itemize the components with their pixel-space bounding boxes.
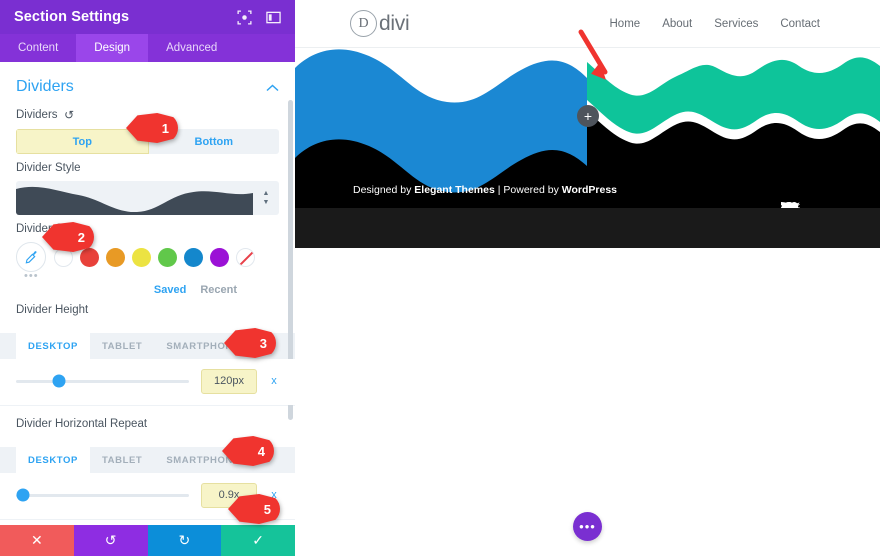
- cancel-button[interactable]: ✕: [0, 525, 74, 556]
- saved-colors-tab[interactable]: Saved: [154, 284, 186, 296]
- section-title: Dividers: [16, 78, 74, 95]
- callout-2: 2: [42, 222, 94, 252]
- nav-item-about[interactable]: About: [662, 18, 692, 30]
- breakpoint-desktop[interactable]: DESKTOP: [16, 333, 90, 359]
- panel-title: Section Settings: [14, 9, 130, 25]
- divider-height-slider[interactable]: [16, 374, 189, 388]
- callout-5: 5: [228, 494, 280, 524]
- section-settings-panel: Section Settings Content Design Advanced…: [0, 0, 295, 556]
- divider-height-slider-row: 120px x: [0, 359, 295, 405]
- undo-button[interactable]: ↺: [73, 525, 148, 556]
- page-settings-fab[interactable]: •••: [573, 512, 602, 541]
- panel-header: Section Settings: [0, 0, 295, 34]
- add-section-button[interactable]: +: [577, 105, 599, 127]
- callout-4: 4: [222, 436, 274, 466]
- breakpoint-tablet-repeat[interactable]: TABLET: [90, 447, 154, 473]
- site-nav: Home About Services Contact: [610, 18, 821, 30]
- chevron-up-icon[interactable]: [266, 81, 279, 94]
- focus-target-icon[interactable]: [237, 9, 252, 25]
- green-divider-wave: [587, 57, 880, 134]
- select-stepper-icon[interactable]: ▲ ▼: [253, 190, 279, 206]
- swatch-blue[interactable]: [184, 247, 203, 267]
- credit-brand2: WordPress: [561, 184, 618, 196]
- reset-arrow-icon[interactable]: ↻: [64, 108, 74, 122]
- nav-item-contact[interactable]: Contact: [780, 18, 820, 30]
- annotation-arrow-icon: [578, 29, 608, 80]
- credit-prefix: Designed by: [353, 184, 415, 196]
- lower-dark-bar: [295, 208, 880, 248]
- breakpoint-desktop-repeat[interactable]: DESKTOP: [16, 447, 90, 473]
- wave-style-preview-icon: [16, 186, 253, 215]
- callout-1: 1: [126, 113, 178, 143]
- divider-repeat-slider[interactable]: [16, 488, 189, 502]
- recent-colors-tab[interactable]: Recent: [200, 284, 237, 296]
- credit-mid: Powered by: [503, 184, 562, 196]
- swatch-purple[interactable]: [210, 247, 229, 267]
- tab-advanced[interactable]: Advanced: [148, 34, 235, 62]
- divider-height-clear-icon[interactable]: x: [269, 375, 279, 387]
- dividers-section-header[interactable]: Dividers: [0, 62, 295, 100]
- site-logo-text: divi: [379, 11, 410, 35]
- swatch-yellow[interactable]: [132, 247, 151, 267]
- more-colors-icon[interactable]: •••: [16, 270, 279, 282]
- divi-logo-icon: D: [350, 10, 377, 37]
- field-divider-style: Divider Style ▲ ▼: [0, 154, 295, 215]
- panel-header-icons: [237, 9, 281, 25]
- field-divider-style-label: Divider Style: [16, 162, 81, 174]
- credit-brand: Elegant Themes: [414, 184, 495, 196]
- nav-item-services[interactable]: Services: [714, 18, 758, 30]
- panel-action-bar: ✕ ↺ ↻ ✓: [0, 525, 295, 556]
- tab-content[interactable]: Content: [0, 34, 76, 62]
- tab-design[interactable]: Design: [76, 34, 149, 62]
- breakpoint-tablet[interactable]: TABLET: [90, 333, 154, 359]
- layout-columns-icon[interactable]: [266, 10, 281, 25]
- field-divider-horizontal-repeat-label: Divider Horizontal Repeat: [16, 418, 148, 430]
- field-divider-height: Divider Height: [0, 296, 295, 329]
- divider-height-value[interactable]: 120px: [201, 368, 257, 394]
- redo-button[interactable]: ↻: [147, 525, 222, 556]
- panel-tabs: Content Design Advanced: [0, 34, 295, 62]
- screenshot-root: Section Settings Content Design Advanced…: [0, 0, 880, 556]
- site-preview: D divi Home About Services Contact Desig…: [295, 0, 880, 556]
- swatch-green[interactable]: [158, 247, 177, 267]
- site-logo[interactable]: D divi: [350, 10, 410, 37]
- footer-credit: Designed by Elegant Themes | Powered by …: [353, 184, 617, 196]
- swatch-orange[interactable]: [106, 247, 125, 267]
- divider-repeat-slider-knob[interactable]: [16, 488, 30, 502]
- callout-3: 3: [224, 328, 276, 358]
- swatch-none[interactable]: [236, 247, 255, 267]
- color-tabs: Saved Recent: [16, 284, 279, 296]
- save-button[interactable]: ✓: [221, 525, 295, 556]
- field-divider-height-label: Divider Height: [16, 304, 89, 316]
- divider-style-select[interactable]: ▲ ▼: [16, 181, 279, 215]
- divider-height-slider-knob[interactable]: [52, 374, 66, 388]
